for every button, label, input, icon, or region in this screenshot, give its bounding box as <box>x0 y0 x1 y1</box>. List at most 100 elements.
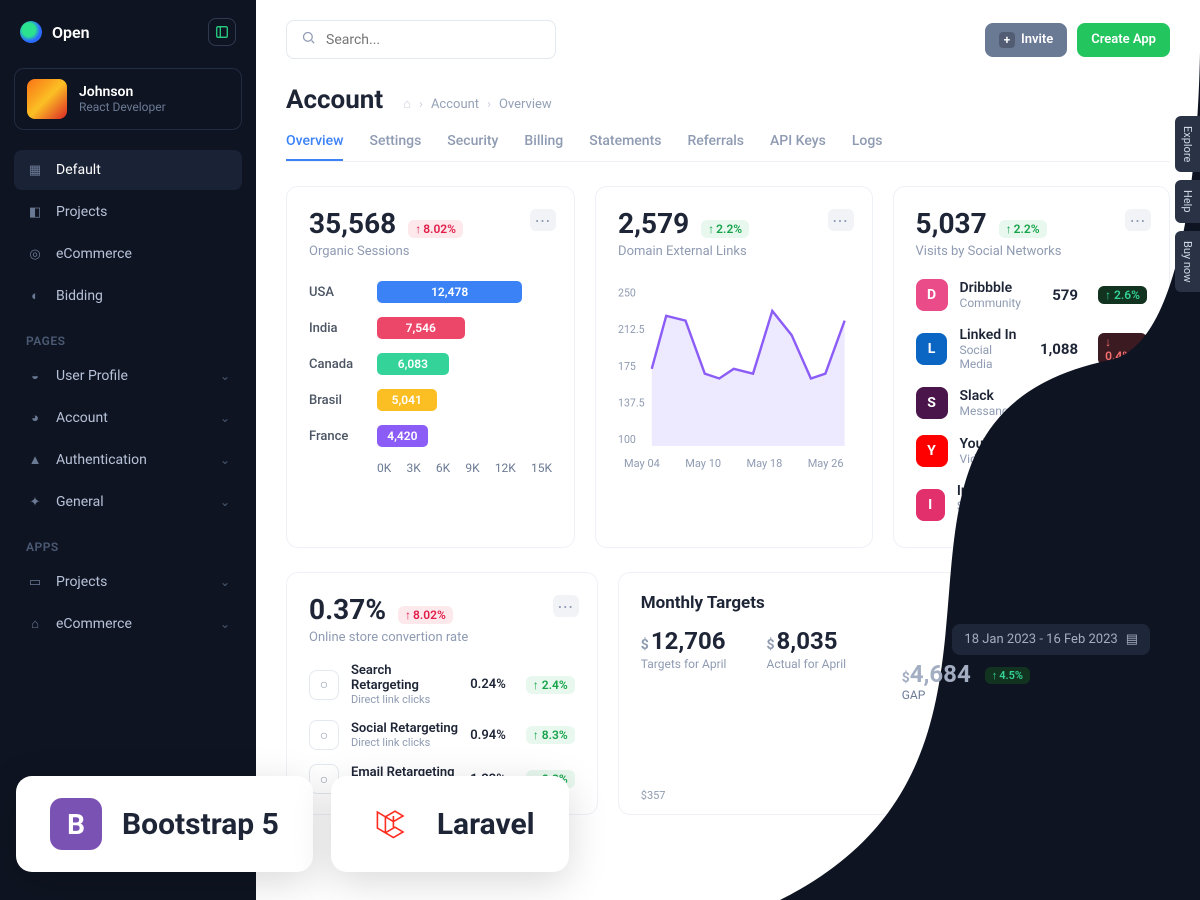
sidebar-item-label: Account <box>56 410 108 426</box>
card-menu-button[interactable]: ⋯ <box>553 595 579 617</box>
card-menu-button[interactable]: ⋯ <box>1125 209 1151 231</box>
social-value: 794 <box>1052 394 1078 412</box>
sidebar-item-bidding[interactable]: ◐ Bidding <box>14 276 242 316</box>
channel-value: 0.24% <box>470 677 506 692</box>
social-icon: D <box>916 279 948 311</box>
lock-icon: ▲ <box>26 451 44 469</box>
channel-sublabel: Direct link clicks <box>351 736 458 749</box>
card-domain-links: ⋯ 2,579 ↑ 2.2% Domain External Links 250… <box>595 186 872 548</box>
tab-overview[interactable]: Overview <box>286 123 343 161</box>
sidebar-toggle-button[interactable] <box>208 18 236 46</box>
sidebar-item-app-ecommerce[interactable]: ⌂ eCommerce ⌄ <box>14 604 242 644</box>
button-label: Create App <box>1091 32 1156 47</box>
brand-logo-icon <box>20 21 42 43</box>
card-menu-button[interactable]: ⋯ <box>828 209 854 231</box>
social-icon: I <box>916 489 945 521</box>
sidebar-item-account[interactable]: ◕ Account ⌄ <box>14 398 242 438</box>
social-row: L Linked InSocial Media 1,088 ↓ 0.4% <box>916 327 1147 371</box>
user-name: Johnson <box>79 84 166 100</box>
svg-text:100: 100 <box>618 433 636 446</box>
channel-value: 0.94% <box>470 728 506 743</box>
sidebar: Open Johnson React Developer ▦ Default ◧… <box>0 0 256 900</box>
metric-label: Organic Sessions <box>309 244 552 259</box>
social-sublabel: Video Channel <box>960 452 1037 466</box>
metric-change-badge: ↑ 2.2% <box>999 220 1047 238</box>
delta-badge: ↑ 2.4% <box>526 676 575 694</box>
social-value: 1,458 <box>1043 496 1081 514</box>
date-range-picker[interactable]: 18 Jan 2023 - 16 Feb 2023 ▤ <box>952 624 1150 655</box>
bootstrap-badge: B Bootstrap 5 <box>16 776 313 872</box>
explore-tab[interactable]: Explore <box>1175 116 1200 172</box>
delta-badge: ↑ 8.3% <box>1101 489 1147 521</box>
sidebar-item-user-profile[interactable]: ◒ User Profile ⌄ <box>14 356 242 396</box>
tab-security[interactable]: Security <box>447 123 498 161</box>
card-monthly-targets: Monthly Targets $12,706 Targets for Apri… <box>618 572 1170 815</box>
search-input[interactable] <box>326 32 541 48</box>
search-icon <box>301 30 316 49</box>
search-box[interactable] <box>286 20 556 59</box>
sidebar-item-label: Bidding <box>56 288 103 304</box>
dashboard-icon: ▦ <box>26 161 44 179</box>
laravel-badge: Laravel <box>331 776 569 872</box>
side-tabs: Explore Help Buy now <box>1175 116 1200 292</box>
social-value: 579 <box>1052 286 1078 304</box>
help-tab[interactable]: Help <box>1175 180 1200 223</box>
tab-statements[interactable]: Statements <box>589 123 661 161</box>
delta-badge: ↓ 0.4% <box>1098 333 1147 365</box>
metric-value: 5,037 <box>916 207 987 240</box>
tab-referrals[interactable]: Referrals <box>687 123 744 161</box>
basket-icon: ⌂ <box>26 615 44 633</box>
sidebar-item-app-projects[interactable]: ▭ Projects ⌄ <box>14 562 242 602</box>
social-value: 1,088 <box>1040 340 1078 358</box>
crumb-item[interactable]: Account <box>431 97 479 112</box>
tab-billing[interactable]: Billing <box>524 123 563 161</box>
conversion-row: ○ Search RetargetingDirect link clicks 0… <box>309 663 575 706</box>
main-content: + Invite Create App Account ⌂ › Account … <box>256 0 1200 900</box>
sidebar-item-label: eCommerce <box>56 246 132 262</box>
card-menu-button[interactable]: ⋯ <box>530 209 556 231</box>
home-icon[interactable]: ⌂ <box>403 96 411 112</box>
user-card[interactable]: Johnson React Developer <box>14 68 242 130</box>
metric-value: 35,568 <box>309 207 396 240</box>
metric-label: Online store convertion rate <box>309 630 575 645</box>
tab-settings[interactable]: Settings <box>369 123 421 161</box>
metric-label: Visits by Social Networks <box>916 244 1147 259</box>
gap-block: $4,684 ↑ 4.5% GAP <box>902 660 1030 702</box>
sidebar-item-ecommerce[interactable]: ◎ eCommerce <box>14 234 242 274</box>
breadcrumb: ⌂ › Account › Overview <box>403 96 551 112</box>
delta-badge: ↑ 2.6% <box>1098 286 1147 304</box>
sidebar-item-authentication[interactable]: ▲ Authentication ⌄ <box>14 440 242 480</box>
folder-icon: ▭ <box>26 573 44 591</box>
brand: Open <box>14 18 242 46</box>
invite-button[interactable]: + Invite <box>985 23 1067 57</box>
sidebar-section-apps: APPS <box>14 524 242 562</box>
buy-now-tab[interactable]: Buy now <box>1175 231 1200 292</box>
metric-value: 0.37% <box>309 593 386 626</box>
svg-text:212.5: 212.5 <box>618 323 645 336</box>
cart-icon: ◎ <box>26 245 44 263</box>
social-row: D DribbbleCommunity 579 ↑ 2.6% <box>916 279 1147 311</box>
chevron-down-icon: ⌄ <box>220 617 230 631</box>
sidebar-item-default[interactable]: ▦ Default <box>14 150 242 190</box>
bidding-icon: ◐ <box>26 287 44 305</box>
user-icon: ◒ <box>26 367 44 385</box>
avatar <box>27 79 67 119</box>
create-app-button[interactable]: Create App <box>1077 23 1170 57</box>
topbar: + Invite Create App <box>286 20 1170 59</box>
actual-block: $8,035 Actual for April <box>766 627 846 671</box>
tab-api-keys[interactable]: API Keys <box>770 123 826 161</box>
sidebar-item-general[interactable]: ✦ General ⌄ <box>14 482 242 522</box>
card-social-visits: ⋯ 5,037 ↑ 2.2% Visits by Social Networks… <box>893 186 1170 548</box>
target-block: $12,706 Targets for April <box>641 627 727 671</box>
sidebar-item-label: Projects <box>56 204 107 220</box>
social-value: 978 <box>1052 442 1078 460</box>
tab-logs[interactable]: Logs <box>852 123 883 161</box>
area-chart: 250 212.5 175 137.5 100 May 04May 10May … <box>618 279 849 470</box>
rocket-icon: ✦ <box>26 493 44 511</box>
social-icon: Y <box>916 435 948 467</box>
mini-axis-label: $357 <box>641 789 666 802</box>
social-name: Linked In <box>959 327 1028 343</box>
channel-name: Search Retargeting <box>351 663 458 693</box>
sidebar-item-projects[interactable]: ◧ Projects <box>14 192 242 232</box>
account-icon: ◕ <box>26 409 44 427</box>
